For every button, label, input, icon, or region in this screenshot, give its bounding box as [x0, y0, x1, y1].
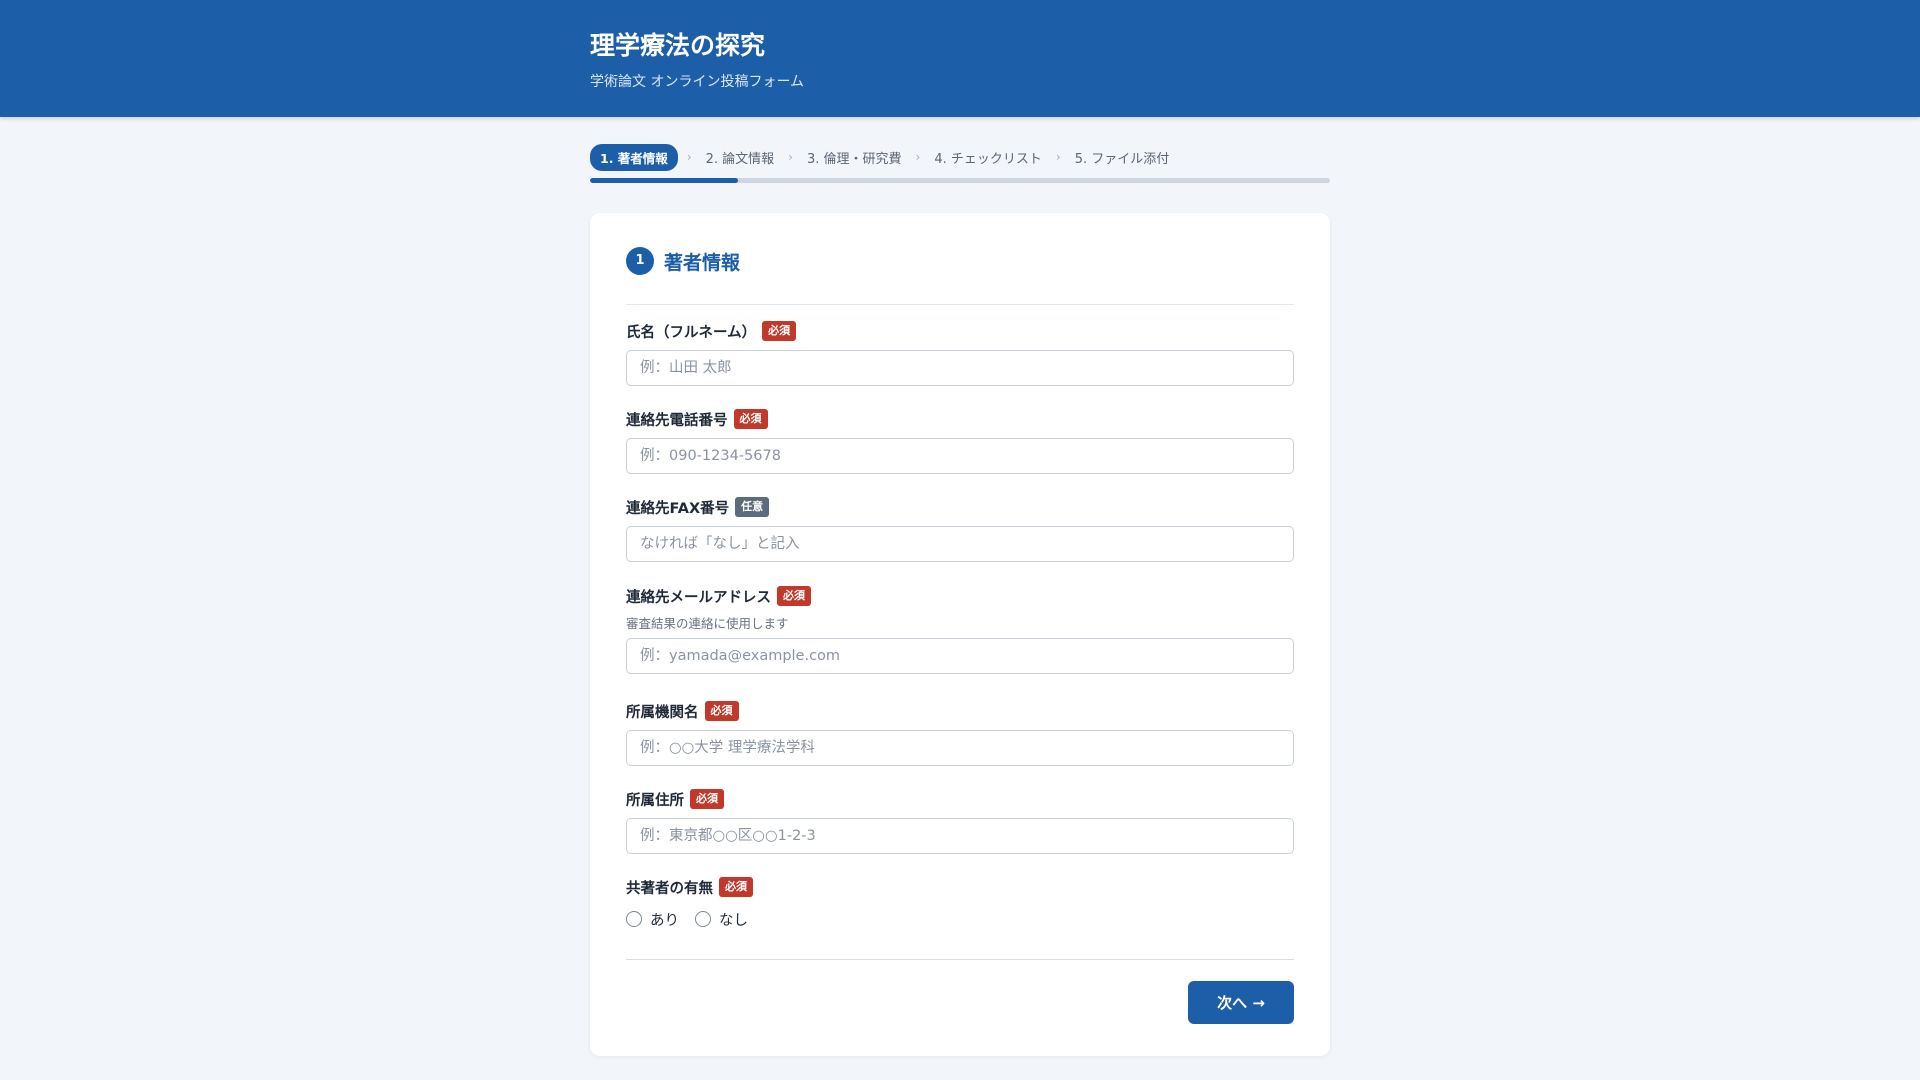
form-subtitle: 学術論文 オンライン投稿フォーム: [590, 74, 805, 90]
required-badge: 必須: [704, 701, 739, 721]
step-progress: 1. 著者情報 › 2. 論文情報 › 3. 倫理・研究費 › 4. チェックリ…: [590, 143, 1330, 183]
field-fax: 連絡先FAX番号 任意: [626, 496, 1294, 562]
page-header: 理学療法の探究 学術論文 オンライン投稿フォーム: [0, 0, 1920, 117]
optional-badge: 任意: [735, 497, 770, 517]
progress-bar: [590, 178, 1330, 183]
fax-label: 連絡先FAX番号: [626, 500, 730, 517]
required-badge: 必須: [719, 877, 753, 897]
address-label: 所属住所: [626, 792, 684, 809]
field-phone: 連絡先電話番号 必須: [626, 408, 1294, 474]
email-hint: 審査結果の連絡に使用します: [626, 616, 789, 631]
email-input[interactable]: [626, 638, 1294, 674]
section-header: 1 著者情報: [626, 247, 1294, 305]
field-coauthor: 共著者の有無 必須 あり なし: [626, 876, 1294, 930]
coauthor-option-yes[interactable]: あり: [626, 909, 679, 930]
coauthor-radio-group: あり なし: [626, 908, 1294, 930]
field-email: 連絡先メールアドレス 必須 審査結果の連絡に使用します: [626, 585, 1294, 674]
field-affiliation: 所属機関名 必須: [626, 700, 1294, 766]
journal-title: 理学療法の探究: [590, 31, 766, 60]
chevron-right-icon: ›: [1055, 150, 1061, 164]
coauthor-no-label: なし: [719, 912, 748, 929]
name-label: 氏名（フルネーム）: [626, 324, 757, 341]
section-number-badge: 1: [626, 247, 654, 275]
section-title: 著者情報: [664, 252, 741, 274]
chevron-right-icon: ›: [788, 150, 793, 164]
required-badge: 必須: [762, 321, 797, 341]
fax-input[interactable]: [626, 526, 1294, 562]
form-card: 1 著者情報 氏名（フルネーム） 必須 連絡先電話番号 必須 連絡先FAX番号 …: [590, 213, 1330, 1056]
phone-input[interactable]: [626, 438, 1294, 474]
name-input[interactable]: [626, 350, 1294, 386]
phone-label: 連絡先電話番号: [626, 412, 728, 429]
coauthor-yes-label: あり: [650, 912, 679, 929]
step-checklist[interactable]: 4. チェックリスト: [929, 148, 1047, 167]
field-name: 氏名（フルネーム） 必須: [626, 320, 1294, 386]
coauthor-option-no[interactable]: なし: [695, 909, 748, 930]
field-address: 所属住所 必須: [626, 788, 1294, 854]
step-ethics-funding[interactable]: 3. 倫理・研究費: [802, 148, 907, 167]
affiliation-input[interactable]: [626, 730, 1294, 766]
radio-button[interactable]: [626, 911, 642, 927]
step-author-info[interactable]: 1. 著者情報: [590, 143, 678, 171]
address-input[interactable]: [626, 818, 1294, 854]
required-badge: 必須: [733, 409, 768, 429]
progress-bar-fill: [590, 178, 738, 183]
required-badge: 必須: [777, 586, 811, 606]
next-button[interactable]: 次へ →: [1188, 981, 1294, 1024]
affiliation-label: 所属機関名: [626, 704, 699, 721]
chevron-right-icon: ›: [915, 150, 921, 164]
radio-button[interactable]: [695, 911, 711, 927]
divider: [626, 959, 1294, 960]
email-label: 連絡先メールアドレス: [626, 589, 771, 606]
required-badge: 必須: [690, 789, 724, 809]
chevron-right-icon: ›: [686, 150, 692, 164]
step-paper-info[interactable]: 2. 論文情報: [701, 148, 780, 167]
coauthor-label: 共著者の有無: [626, 880, 713, 897]
step-file-attachment[interactable]: 5. ファイル添付: [1070, 148, 1175, 167]
